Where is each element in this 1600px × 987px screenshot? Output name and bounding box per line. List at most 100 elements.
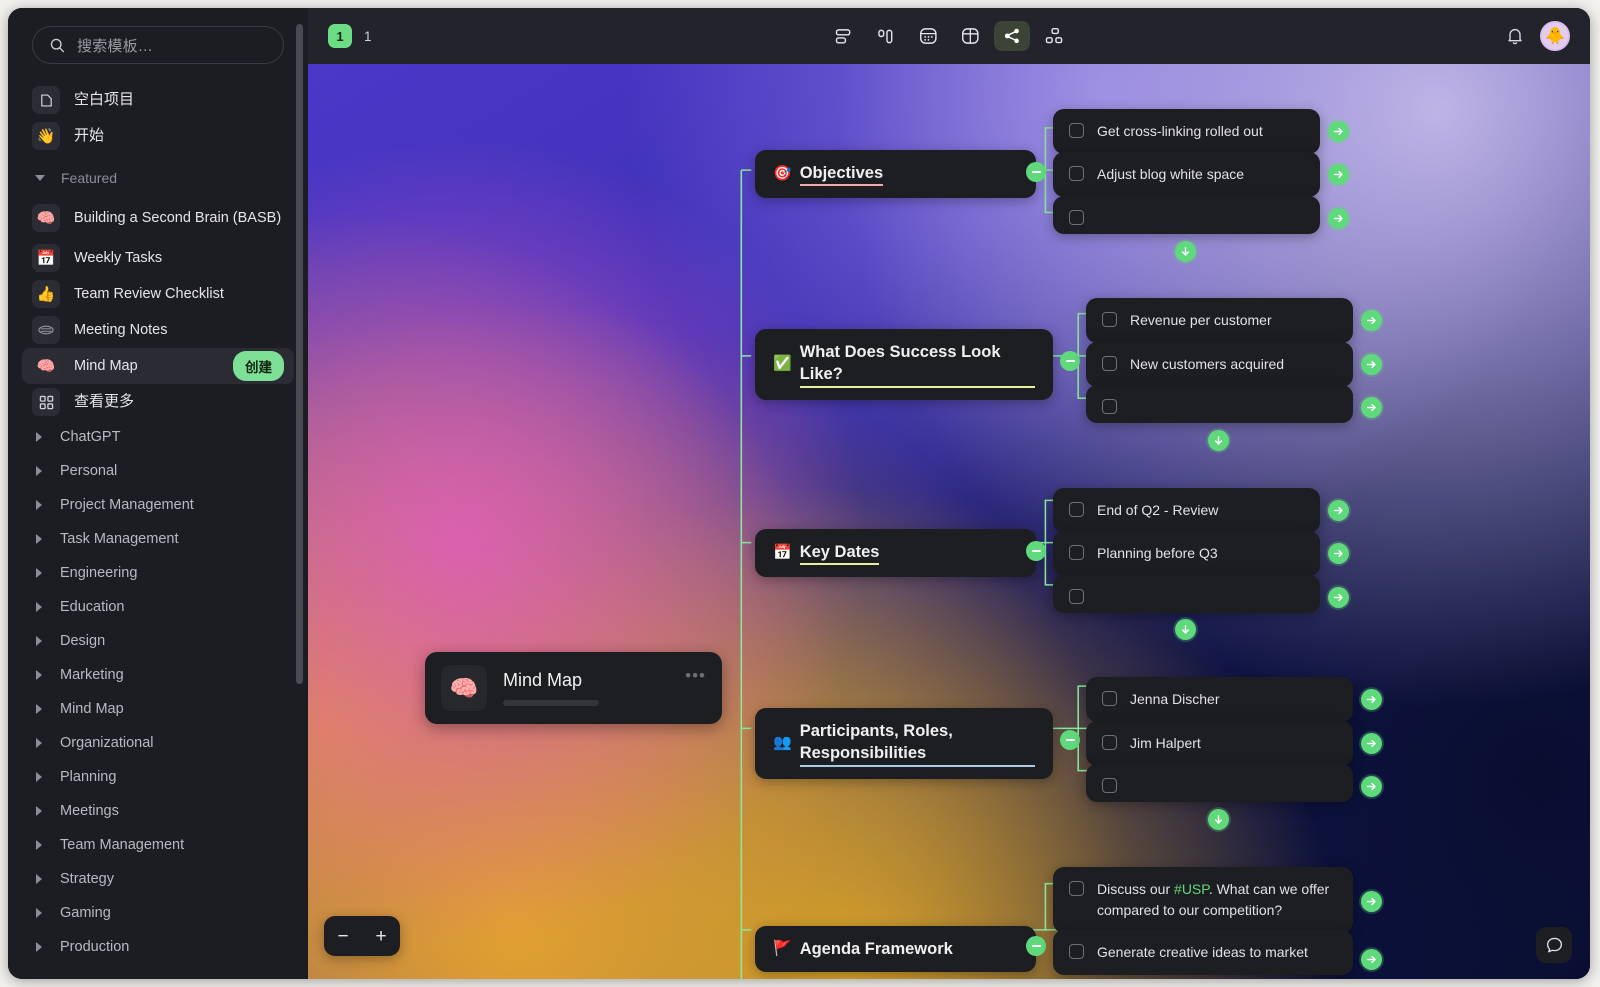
collapse-toggle-key-dates[interactable]	[1026, 541, 1046, 561]
sidebar-category-strategy[interactable]: Strategy	[22, 862, 294, 896]
checkbox[interactable]	[1102, 778, 1117, 793]
zoom-in-button[interactable]: +	[375, 927, 386, 946]
sidebar-category-meetings[interactable]: Meetings	[22, 794, 294, 828]
leaf-node-empty[interactable]	[1053, 196, 1320, 234]
sidebar-category-task-management[interactable]: Task Management	[22, 522, 294, 556]
leaf-node[interactable]: Generate creative ideas to market	[1053, 930, 1353, 975]
branch-node-key-dates[interactable]: 📅 Key Dates	[755, 529, 1036, 577]
sidebar-item-weekly-tasks[interactable]: 📅 Weekly Tasks	[22, 240, 294, 276]
branch-node-objectives[interactable]: 🎯 Objectives	[755, 150, 1036, 198]
sidebar-category-design[interactable]: Design	[22, 624, 294, 658]
add-sibling-down-button[interactable]	[1208, 809, 1229, 830]
leaf-node[interactable]: Adjust blog white space	[1053, 152, 1320, 197]
checkbox[interactable]	[1069, 166, 1084, 181]
sidebar-item-team-review-checklist[interactable]: 👍 Team Review Checklist	[22, 276, 294, 312]
expand-arrow-button[interactable]	[1361, 310, 1382, 331]
expand-arrow-button[interactable]	[1328, 208, 1349, 229]
sidebar-category-planning[interactable]: Planning	[22, 760, 294, 794]
checkbox[interactable]	[1069, 589, 1084, 604]
checkbox[interactable]	[1102, 356, 1117, 371]
leaf-node[interactable]: Get cross-linking rolled out	[1053, 109, 1320, 154]
sidebar-category-chatgpt[interactable]: ChatGPT	[22, 420, 294, 454]
sidebar-group-featured[interactable]: Featured	[22, 162, 294, 194]
leaf-node-empty[interactable]	[1053, 575, 1320, 613]
leaf-node[interactable]: New customers acquired	[1086, 342, 1353, 387]
expand-arrow-button[interactable]	[1328, 587, 1349, 608]
leaf-node[interactable]: Revenue per customer	[1086, 298, 1353, 343]
sidebar-category-production[interactable]: Production	[22, 930, 294, 964]
branch-node-agenda[interactable]: 🚩 Agenda Framework	[755, 926, 1036, 972]
sidebar-category-mind-map[interactable]: Mind Map	[22, 692, 294, 726]
sidebar-category-marketing[interactable]: Marketing	[22, 658, 294, 692]
calendar-view-icon[interactable]	[910, 21, 946, 51]
sidebar-category-team-management[interactable]: Team Management	[22, 828, 294, 862]
zoom-out-button[interactable]: −	[337, 927, 348, 946]
search-icon	[49, 37, 66, 54]
sidebar-item-mind-map[interactable]: 🧠 Mind Map 创建	[22, 348, 294, 384]
checkbox[interactable]	[1069, 944, 1084, 959]
expand-arrow-button[interactable]	[1361, 733, 1382, 754]
card-more-menu[interactable]: •••	[685, 666, 706, 686]
chat-bubble-icon[interactable]	[1536, 927, 1572, 963]
expand-arrow-button[interactable]	[1328, 121, 1349, 142]
leaf-node-empty[interactable]	[1086, 764, 1353, 802]
collapse-toggle-objectives[interactable]	[1026, 162, 1046, 182]
sidebar-item-blank-project[interactable]: 空白项目	[22, 82, 294, 118]
sidebar-category-organizational[interactable]: Organizational	[22, 726, 294, 760]
expand-arrow-button[interactable]	[1361, 689, 1382, 710]
mindmap-canvas[interactable]: 🎯 Objectives Get cross-linking rolled ou…	[308, 64, 1590, 979]
checkbox[interactable]	[1069, 123, 1084, 138]
add-sibling-down-button[interactable]	[1175, 619, 1196, 640]
expand-arrow-button[interactable]	[1361, 776, 1382, 797]
collapse-toggle-agenda[interactable]	[1026, 936, 1046, 956]
expand-arrow-button[interactable]	[1361, 354, 1382, 375]
expand-arrow-button[interactable]	[1361, 891, 1382, 912]
expand-arrow-button[interactable]	[1361, 397, 1382, 418]
checkbox[interactable]	[1102, 691, 1117, 706]
sidebar-item-meeting-notes[interactable]: Meeting Notes	[22, 312, 294, 348]
mind-map-drag-card[interactable]: 🧠 Mind Map •••	[425, 652, 722, 724]
sidebar-item-start[interactable]: 👋 开始	[22, 118, 294, 154]
sidebar-scrollbar[interactable]	[296, 24, 303, 684]
add-sibling-down-button[interactable]	[1208, 430, 1229, 451]
board-view-icon[interactable]	[868, 21, 904, 51]
mindmap-view-icon[interactable]	[994, 21, 1030, 51]
org-chart-view-icon[interactable]	[1036, 21, 1072, 51]
table-view-icon[interactable]	[952, 21, 988, 51]
sidebar-category-personal[interactable]: Personal	[22, 454, 294, 488]
checkbox[interactable]	[1102, 312, 1117, 327]
sidebar-category-education[interactable]: Education	[22, 590, 294, 624]
leaf-node[interactable]: Planning before Q3	[1053, 531, 1320, 576]
checkbox[interactable]	[1102, 735, 1117, 750]
create-button[interactable]: 创建	[233, 351, 284, 381]
list-view-icon[interactable]	[826, 21, 862, 51]
checkbox[interactable]	[1069, 210, 1084, 225]
collapse-toggle-success[interactable]	[1060, 351, 1080, 371]
collapse-toggle-participants[interactable]	[1060, 730, 1080, 750]
bell-icon[interactable]	[1506, 26, 1524, 46]
branch-node-participants[interactable]: 👥 Participants, Roles, Responsibilities	[755, 708, 1053, 779]
leaf-text: Discuss our #USP. What can we offer comp…	[1097, 879, 1337, 921]
leaf-node[interactable]: End of Q2 - Review	[1053, 488, 1320, 533]
checkbox[interactable]	[1069, 881, 1084, 896]
leaf-node[interactable]: Discuss our #USP. What can we offer comp…	[1053, 867, 1353, 933]
search-input[interactable]: 搜索模板…	[32, 26, 284, 64]
leaf-node[interactable]: Jim Halpert	[1086, 721, 1353, 766]
expand-arrow-button[interactable]	[1328, 543, 1349, 564]
leaf-node-empty[interactable]	[1086, 385, 1353, 423]
sidebar-category-gaming[interactable]: Gaming	[22, 896, 294, 930]
leaf-node[interactable]: Jenna Discher	[1086, 677, 1353, 722]
sidebar-item-basb[interactable]: 🧠 Building a Second Brain (BASB)	[22, 196, 294, 240]
expand-arrow-button[interactable]	[1328, 164, 1349, 185]
checkbox[interactable]	[1069, 545, 1084, 560]
sidebar-item-see-more[interactable]: 查看更多	[22, 384, 294, 420]
checkbox[interactable]	[1102, 399, 1117, 414]
checkbox[interactable]	[1069, 502, 1084, 517]
add-sibling-down-button[interactable]	[1175, 241, 1196, 262]
expand-arrow-button[interactable]	[1328, 500, 1349, 521]
sidebar-category-project-management[interactable]: Project Management	[22, 488, 294, 522]
user-avatar[interactable]: 🐥	[1540, 21, 1570, 51]
sidebar-category-engineering[interactable]: Engineering	[22, 556, 294, 590]
expand-arrow-button[interactable]	[1361, 949, 1382, 970]
branch-node-success[interactable]: ✅ What Does Success Look Like?	[755, 329, 1053, 400]
